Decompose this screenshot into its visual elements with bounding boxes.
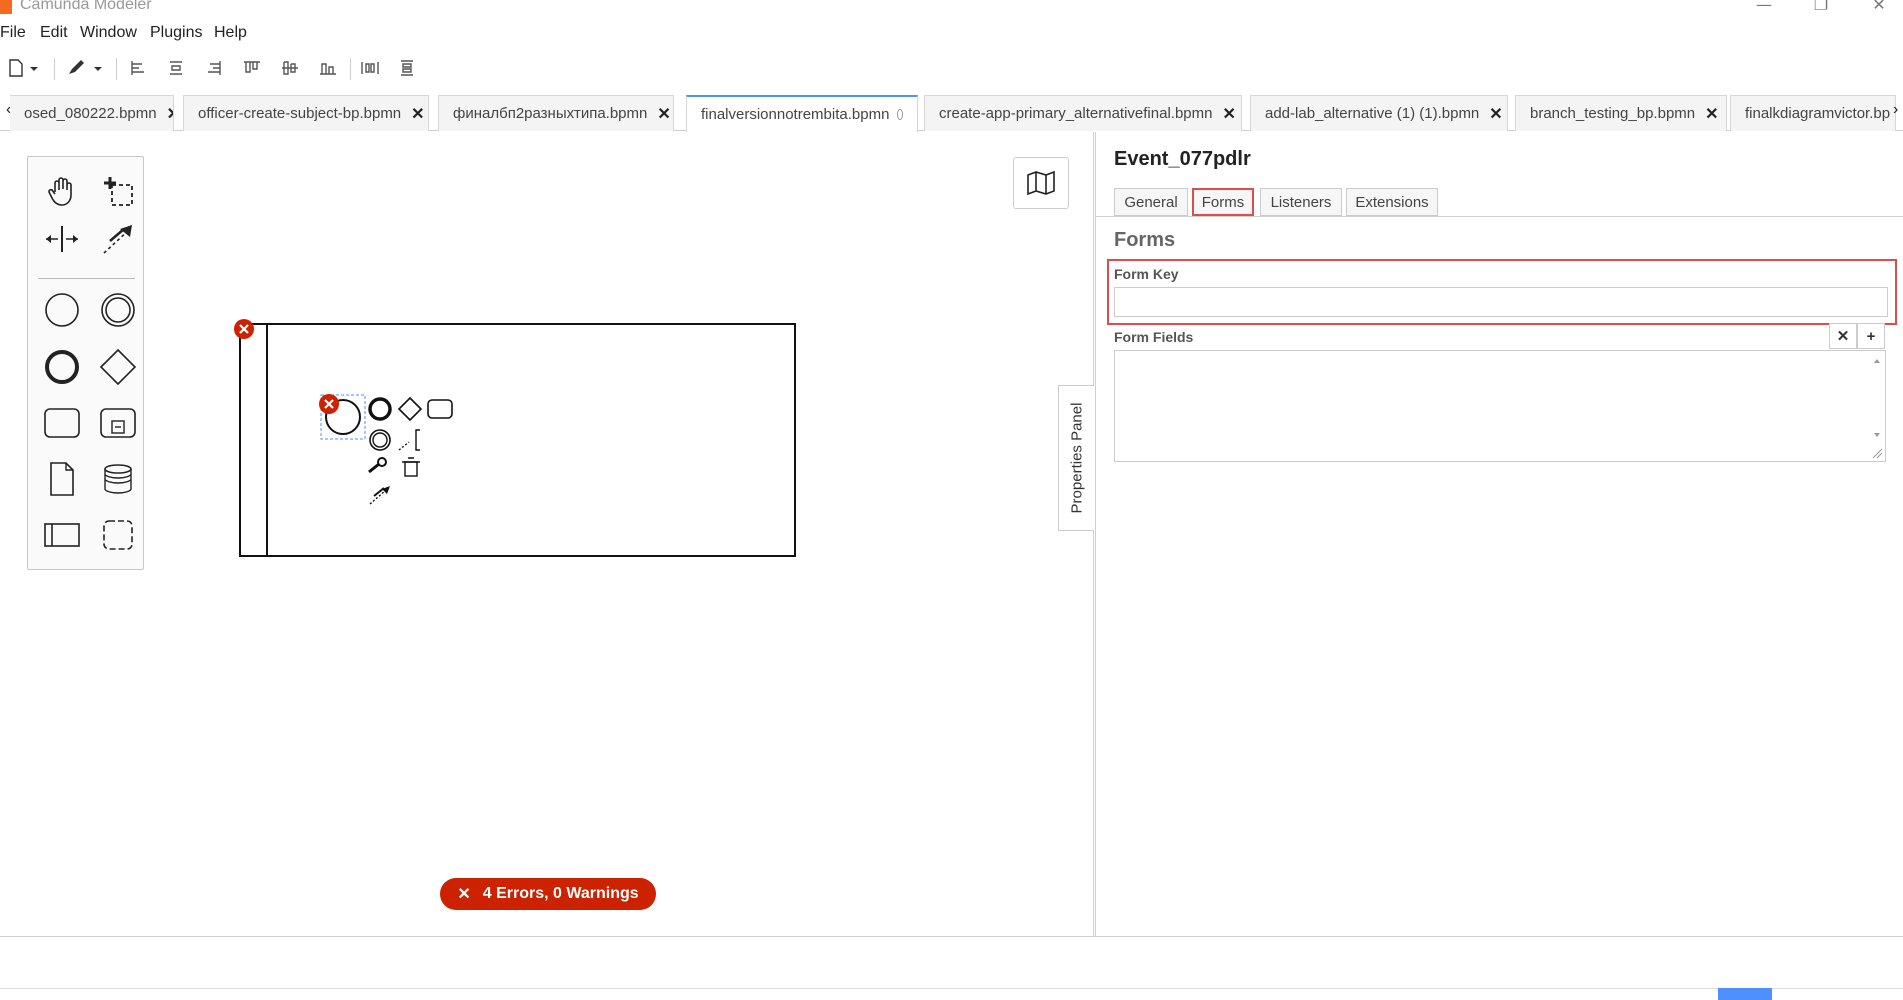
errors-warnings-badge[interactable]: ✕ 4 Errors, 0 Warnings <box>440 878 656 910</box>
subprocess-icon[interactable] <box>96 401 140 445</box>
restore-button[interactable]: ❐ <box>1797 0 1845 14</box>
camunda-logo-icon <box>0 0 12 14</box>
pool-icon[interactable] <box>40 513 84 557</box>
tab-scroll-right-icon[interactable]: › <box>1893 101 1898 119</box>
close-tab-icon[interactable]: ✕ <box>1489 104 1502 124</box>
tab-listeners[interactable]: Listeners <box>1260 188 1342 216</box>
close-tab-icon[interactable]: ✕ <box>1222 104 1235 124</box>
title-bar <box>0 0 1903 14</box>
toolbar <box>0 54 1903 82</box>
menu-help[interactable]: Help <box>214 24 247 42</box>
form-fields-label: Form Fields <box>1114 329 1194 345</box>
window-title: Camunda Modeler <box>20 0 152 13</box>
space-tool-icon[interactable] <box>40 217 84 261</box>
close-window-button[interactable]: ✕ <box>1855 0 1903 14</box>
status-accent-block[interactable] <box>1718 988 1772 1000</box>
group-icon[interactable] <box>96 513 140 557</box>
close-tab-icon[interactable]: ✕ <box>657 104 670 124</box>
global-connect-tool-icon[interactable] <box>96 217 140 261</box>
data-object-icon[interactable] <box>40 457 84 501</box>
element-id-title: Event_077pdlr <box>1114 148 1251 170</box>
properties-panel-toggle[interactable]: Properties Panel <box>1058 385 1094 531</box>
remove-field-button[interactable]: ✕ <box>1829 323 1857 349</box>
add-field-button[interactable]: + <box>1857 323 1885 349</box>
tab-osed[interactable]: osed_080222.bpmn ✕ <box>10 95 174 131</box>
tab-label: create-app-primary_alternativefinal.bpmn <box>939 105 1213 122</box>
brush-icon[interactable] <box>64 54 106 82</box>
data-store-icon[interactable] <box>96 457 140 501</box>
menu-file[interactable]: File <box>0 24 26 42</box>
lasso-tool-icon[interactable] <box>96 169 140 213</box>
forms-group-title: Forms <box>1114 229 1176 251</box>
tab-label: add-lab_alternative (1) (1).bpmn <box>1265 105 1480 122</box>
errors-warnings-text: 4 Errors, 0 Warnings <box>482 885 639 902</box>
menu-edit[interactable]: Edit <box>40 24 68 42</box>
diagram-elements <box>234 319 796 557</box>
tab-general[interactable]: General <box>1114 188 1188 216</box>
error-icon: ✕ <box>457 886 471 903</box>
new-file-icon[interactable] <box>4 54 44 82</box>
start-event-icon[interactable] <box>40 288 84 332</box>
menu-plugins[interactable]: Plugins <box>150 24 202 42</box>
properties-panel-toggle-label: Properties Panel <box>1068 402 1085 514</box>
status-bar <box>0 988 1903 1000</box>
tool-palette <box>27 156 144 570</box>
distribute-vertical-icon[interactable] <box>396 54 420 82</box>
tab-create-app-primary[interactable]: create-app-primary_alternativefinal.bpmn… <box>924 95 1242 131</box>
tab-label: officer-create-subject-bp.bpmn <box>198 105 402 122</box>
tab-label: finalkdiagramvictor.bp <box>1745 105 1891 122</box>
align-center-icon[interactable] <box>164 54 188 82</box>
tab-branch-testing[interactable]: branch_testing_bp.bpmn ✕ <box>1515 95 1727 131</box>
unsaved-indicator-icon <box>897 109 903 120</box>
minimap-toggle-button[interactable] <box>1013 157 1069 209</box>
close-tab-icon[interactable]: ✕ <box>411 104 424 124</box>
form-key-label: Form Key <box>1114 266 1179 282</box>
tab-divider <box>1095 216 1903 217</box>
hand-tool-icon[interactable] <box>40 169 84 213</box>
resize-handle-icon[interactable] <box>1871 447 1883 459</box>
tab-forms[interactable]: Forms <box>1192 188 1254 216</box>
gateway-icon[interactable] <box>96 345 140 389</box>
align-left-icon[interactable] <box>126 54 150 82</box>
tab-bar: ‹ osed_080222.bpmn ✕ officer-create-subj… <box>0 93 1903 132</box>
tab-finalversionnotrembita[interactable]: finalversionnotrembita.bpmn <box>686 95 918 132</box>
properties-panel <box>1095 132 1903 936</box>
tab-label: branch_testing_bp.bpmn <box>1530 105 1696 122</box>
pool-shape <box>239 323 796 557</box>
minimize-button[interactable]: — <box>1740 0 1788 14</box>
end-event-icon[interactable] <box>40 345 84 389</box>
menu-window[interactable]: Window <box>80 24 137 42</box>
fields-scrollbar[interactable] <box>1871 355 1883 455</box>
intermediate-event-icon[interactable] <box>96 288 140 332</box>
tab-finalkdiagramvictor[interactable]: finalkdiagramvictor.bp <box>1730 95 1896 131</box>
tab-label: osed_080222.bpmn <box>24 105 157 122</box>
tab-label: финалбп2разныхтипа.bpmn <box>453 105 648 122</box>
align-right-icon[interactable] <box>202 54 226 82</box>
tab-final-bp2[interactable]: финалбп2разныхтипа.bpmn ✕ <box>438 95 674 131</box>
close-tab-icon[interactable]: ✕ <box>167 104 173 124</box>
footer-divider <box>0 936 1903 937</box>
map-icon <box>1027 170 1055 196</box>
tab-officer-create-subject[interactable]: officer-create-subject-bp.bpmn ✕ <box>183 95 429 131</box>
align-middle-icon[interactable] <box>278 54 302 82</box>
tab-label: finalversionnotrembita.bpmn <box>701 106 890 123</box>
task-icon[interactable] <box>40 401 84 445</box>
align-bottom-icon[interactable] <box>316 54 340 82</box>
align-top-icon[interactable] <box>240 54 264 82</box>
distribute-horizontal-icon[interactable] <box>358 54 382 82</box>
tab-add-lab-alternative[interactable]: add-lab_alternative (1) (1).bpmn ✕ <box>1250 95 1508 131</box>
form-key-input[interactable] <box>1114 287 1888 317</box>
close-tab-icon[interactable]: ✕ <box>1705 104 1718 124</box>
tab-extensions[interactable]: Extensions <box>1346 188 1438 216</box>
form-fields-list[interactable] <box>1114 350 1886 462</box>
